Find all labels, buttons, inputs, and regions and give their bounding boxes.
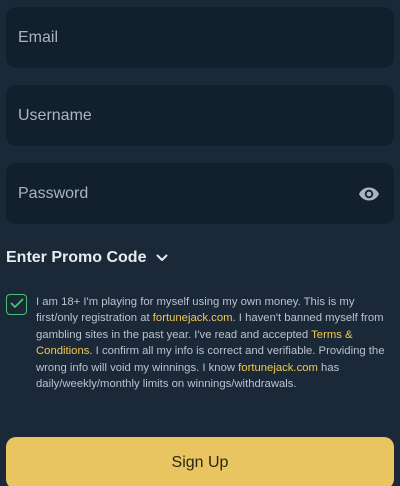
password-input[interactable] <box>18 184 356 203</box>
signup-form: Enter Promo Code I am 18+ I'm playing fo… <box>0 0 400 486</box>
signup-button[interactable]: Sign Up <box>6 437 394 486</box>
eye-icon[interactable] <box>356 181 382 207</box>
password-field-container[interactable] <box>6 163 394 224</box>
site-link-2[interactable]: fortunejack.com <box>238 362 318 374</box>
promo-code-label: Enter Promo Code <box>6 249 147 266</box>
email-input[interactable] <box>18 28 382 47</box>
username-field-container[interactable] <box>6 85 394 146</box>
promo-code-toggle[interactable]: Enter Promo Code <box>6 246 168 270</box>
checkmark-icon <box>10 296 24 314</box>
consent-text: I am 18+ I'm playing for myself using my… <box>36 294 390 392</box>
consent-checkbox[interactable] <box>6 294 27 315</box>
site-link-1[interactable]: fortunejack.com <box>153 312 233 324</box>
chevron-down-icon <box>156 249 168 267</box>
email-field-container[interactable] <box>6 7 394 68</box>
username-input[interactable] <box>18 106 382 125</box>
